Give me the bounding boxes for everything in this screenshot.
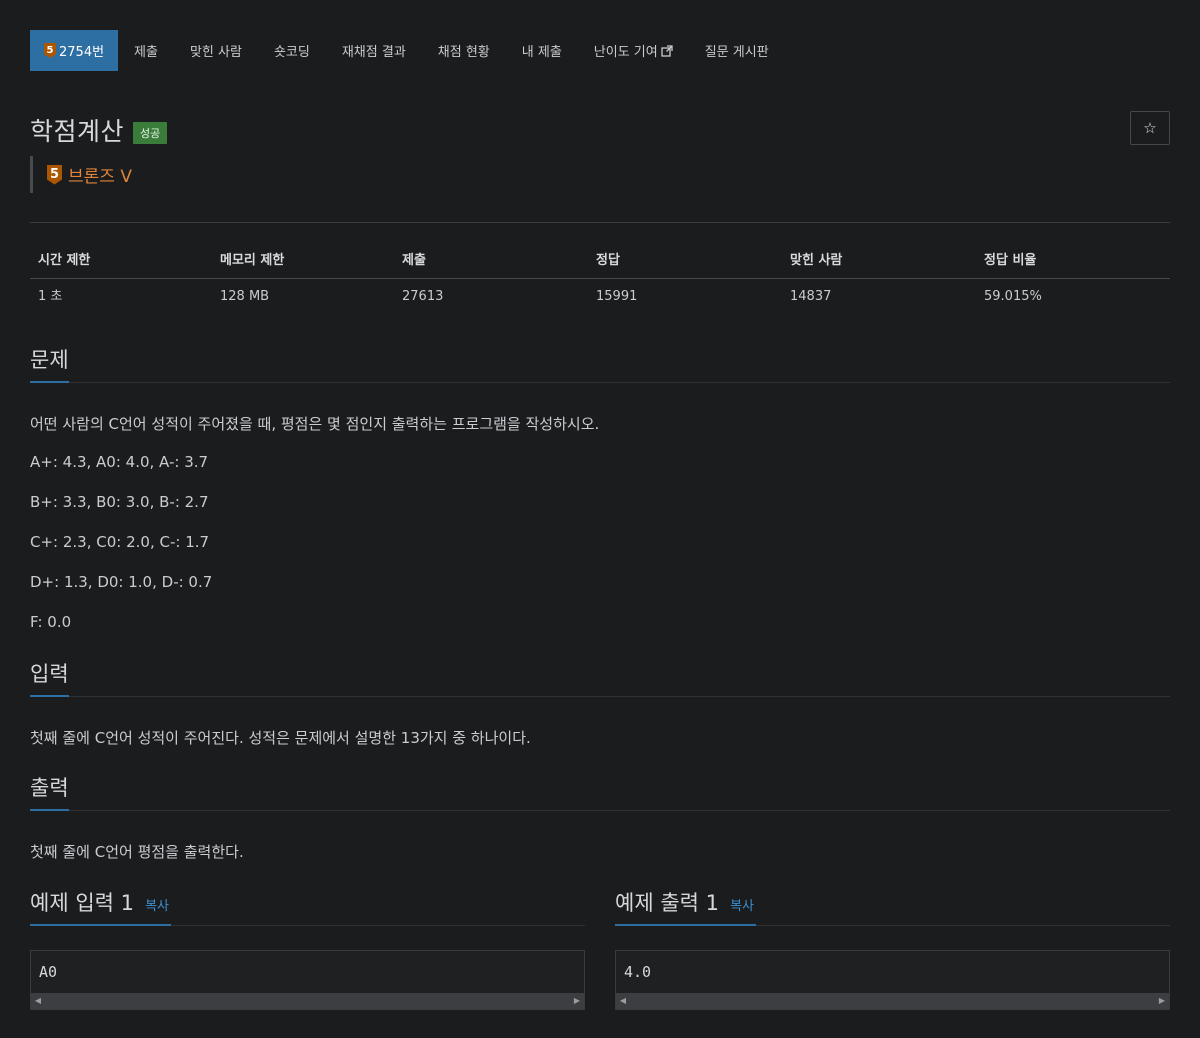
grade-line: C+: 2.3, C0: 2.0, C-: 1.7 [30, 533, 210, 551]
output-description: 첫째 줄에 C언어 평점을 출력한다. [30, 843, 244, 861]
horizontal-scrollbar[interactable]: ◀ ▶ [616, 993, 1169, 1009]
title-row: 학점계산 성공 [30, 112, 168, 148]
table-row: 1 초 128 MB 27613 15991 14837 59.015% [30, 279, 1170, 315]
submissions-value: 27613 [402, 289, 444, 304]
grade-line: B+: 3.3, B0: 3.0, B-: 2.7 [30, 493, 209, 511]
problem-description: 어떤 사람의 C언어 성적이 주어졌을 때, 평점은 몇 점인지 출력하는 프로… [30, 415, 600, 433]
sample-output-value: 4.0 [624, 963, 652, 981]
star-icon: ☆ [1143, 119, 1157, 137]
input-description: 첫째 줄에 C언어 성적이 주어진다. 성적은 문제에서 설명한 13가지 중 … [30, 729, 531, 747]
sample-output-box: 4.0 ◀ ▶ [615, 950, 1170, 1010]
header-cell: 시간 제한 [38, 253, 91, 268]
problem-title: 학점계산 [30, 117, 125, 146]
copy-sample-input-button[interactable]: 복사 [145, 899, 169, 914]
accepted-value: 15991 [596, 289, 638, 304]
tab-judge-status[interactable]: 채점 현황 [422, 30, 506, 71]
tab-my-submissions[interactable]: 내 제출 [506, 30, 578, 71]
tab-submit[interactable]: 제출 [118, 30, 174, 71]
accept-ratio-value: 59.015% [984, 289, 1042, 304]
header-cell: 맞힌 사람 [790, 253, 843, 268]
tab-difficulty-contribution[interactable]: 난이도 기여 [578, 30, 689, 71]
bronze-tier-icon: 5 [44, 43, 56, 58]
section-title: 문제 [30, 345, 69, 383]
grade-line: D+: 1.3, D0: 1.0, D-: 0.7 [30, 573, 213, 591]
tab-label: 난이도 기여 [593, 45, 658, 60]
sample-input-header: 예제 입력 1 복사 [30, 884, 585, 926]
tab-label: 제출 [134, 45, 158, 60]
sample-output-title: 예제 출력 1 [615, 891, 719, 915]
tab-label: 맞힌 사람 [189, 45, 242, 60]
sample-input-box: A0 ◀ ▶ [30, 950, 585, 1010]
section-title: 입력 [30, 659, 69, 697]
sample-input-value: A0 [39, 963, 58, 981]
sample-output-header: 예제 출력 1 복사 [615, 884, 1170, 926]
problem-tier: 5 브론즈 V [30, 156, 132, 193]
horizontal-scrollbar[interactable]: ◀ ▶ [31, 993, 584, 1009]
grade-line: F: 0.0 [30, 613, 72, 631]
favorite-button[interactable]: ☆ [1130, 111, 1170, 145]
divider [30, 222, 1170, 223]
external-link-icon [661, 44, 673, 57]
table-header-row: 시간 제한 메모리 제한 제출 정답 맞힌 사람 정답 비율 [30, 246, 1170, 279]
header-cell: 제출 [402, 253, 426, 268]
input-section-header: 입력 [30, 659, 1170, 697]
tab-label: 채점 현황 [437, 45, 490, 60]
status-badge: 성공 [133, 122, 168, 144]
header-cell: 정답 [596, 253, 620, 268]
scroll-left-icon[interactable]: ◀ [616, 993, 630, 1009]
problem-menu-tabs: 5 2754번 제출 맞힌 사람 숏코딩 재채점 결과 채점 현황 내 제출 난… [30, 30, 785, 71]
time-limit-value: 1 초 [38, 289, 63, 304]
header-cell: 정답 비율 [984, 253, 1037, 268]
memory-limit-value: 128 MB [220, 289, 270, 304]
output-section-header: 출력 [30, 773, 1170, 811]
tab-label: 2754번 [59, 45, 105, 60]
tab-problem-number[interactable]: 5 2754번 [30, 30, 119, 71]
tab-question-board[interactable]: 질문 게시판 [689, 30, 785, 71]
scroll-left-icon[interactable]: ◀ [31, 993, 45, 1009]
tab-solved-users[interactable]: 맞힌 사람 [174, 30, 258, 71]
tab-label: 내 제출 [521, 45, 562, 60]
scroll-right-icon[interactable]: ▶ [570, 993, 584, 1009]
tab-label: 질문 게시판 [704, 45, 769, 60]
solved-users-value: 14837 [790, 289, 832, 304]
sample-input-title: 예제 입력 1 [30, 891, 134, 915]
section-title: 출력 [30, 773, 69, 811]
tab-label: 재채점 결과 [341, 45, 406, 60]
tier-name[interactable]: 브론즈 V [68, 162, 132, 187]
tab-label: 숏코딩 [273, 45, 310, 60]
bronze-tier-icon: 5 [47, 164, 62, 185]
tab-rejudge-results[interactable]: 재채점 결과 [326, 30, 422, 71]
tab-short-coding[interactable]: 숏코딩 [258, 30, 326, 71]
problem-stats-table: 시간 제한 메모리 제한 제출 정답 맞힌 사람 정답 비율 1 초 128 M… [30, 246, 1170, 315]
copy-sample-output-button[interactable]: 복사 [730, 899, 754, 914]
scroll-right-icon[interactable]: ▶ [1155, 993, 1169, 1009]
grade-line: A+: 4.3, A0: 4.0, A-: 3.7 [30, 453, 209, 471]
problem-section-header: 문제 [30, 345, 1170, 383]
header-cell: 메모리 제한 [220, 253, 285, 268]
